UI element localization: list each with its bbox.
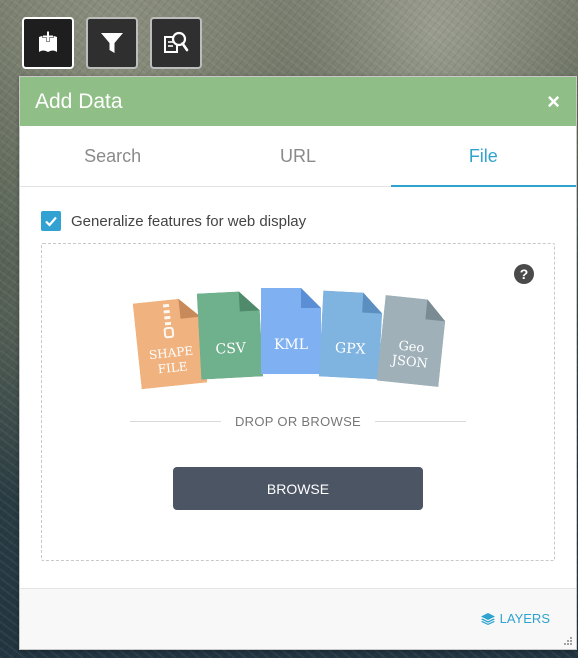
file-type-icons: SHAPE FILE CSV KML GPX Geo JSON xyxy=(132,284,457,390)
resize-grip-icon[interactable] xyxy=(563,636,573,646)
tab-url[interactable]: URL xyxy=(205,126,390,186)
browse-button[interactable]: BROWSE xyxy=(173,467,423,510)
add-data-icon xyxy=(39,31,57,52)
add-data-button[interactable] xyxy=(22,17,74,69)
geojson-icon: Geo JSON xyxy=(376,294,448,388)
kml-label: KML xyxy=(273,337,309,353)
help-icon[interactable]: ? xyxy=(514,264,534,284)
filter-icon xyxy=(101,33,123,53)
layers-label: LAYERS xyxy=(499,611,550,626)
generalize-label[interactable]: Generalize features for web display xyxy=(71,213,306,230)
gpx-icon: GPX xyxy=(318,290,383,380)
tab-file[interactable]: File xyxy=(390,126,577,187)
panel-header: Add Data × xyxy=(20,77,576,126)
csv-icon: CSV xyxy=(196,290,264,380)
generalize-option: Generalize features for web display xyxy=(41,210,555,232)
file-drop-zone[interactable]: ? SHAPE FILE CSV KML GPX Geo JSON DROP O… xyxy=(41,243,555,561)
panel-footer: LAYERS xyxy=(20,588,576,649)
query-button[interactable] xyxy=(150,17,202,69)
divider-line-left xyxy=(130,421,221,422)
layers-link[interactable]: LAYERS xyxy=(480,611,550,626)
layers-icon xyxy=(480,612,495,625)
divider-line-right xyxy=(375,421,466,422)
generalize-checkbox[interactable] xyxy=(41,211,61,231)
file-tab-body: Generalize features for web display ? SH… xyxy=(20,210,576,561)
drop-or-browse-text: DROP OR BROWSE xyxy=(234,414,362,429)
query-icon xyxy=(164,31,189,53)
checkmark-icon xyxy=(45,216,57,227)
filter-button[interactable] xyxy=(86,17,138,69)
panel-title: Add Data xyxy=(35,89,123,113)
widget-toolbar xyxy=(22,17,202,69)
kml-icon: KML xyxy=(261,288,321,374)
add-data-panel: Add Data × Search URL File Generalize fe… xyxy=(19,76,577,650)
shapefile-icon: SHAPE FILE xyxy=(132,297,208,390)
gpx-label: GPX xyxy=(334,340,366,358)
tab-bar: Search URL File xyxy=(20,126,577,187)
tab-search[interactable]: Search xyxy=(20,126,205,186)
drop-or-browse-divider: DROP OR BROWSE xyxy=(130,414,466,429)
close-icon[interactable]: × xyxy=(547,90,560,113)
